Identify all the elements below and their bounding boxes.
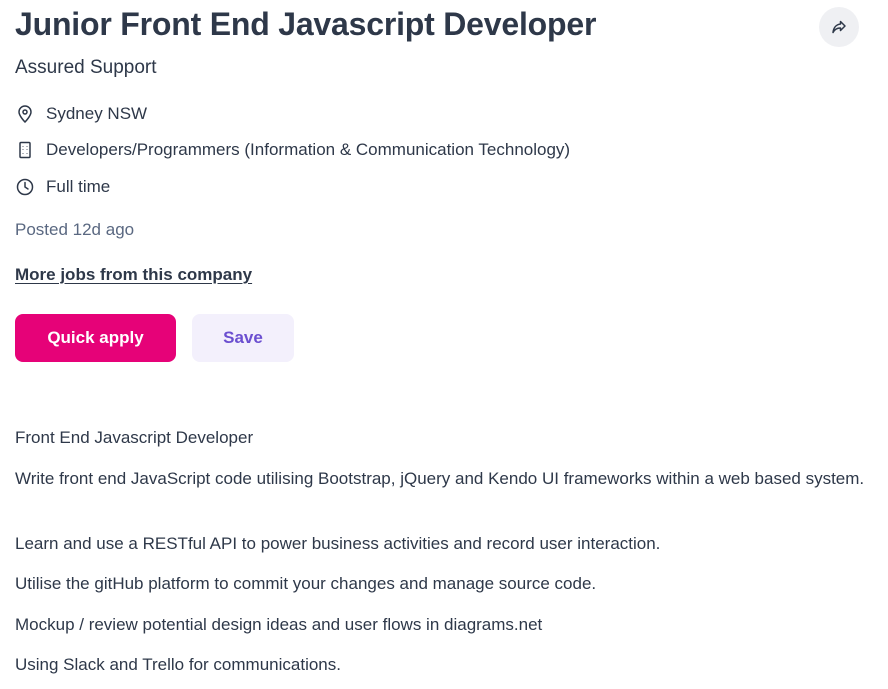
company-name: Assured Support	[15, 57, 157, 78]
job-title: Junior Front End Javascript Developer	[15, 6, 597, 42]
classification-row: Developers/Programmers (Information & Co…	[15, 138, 570, 162]
save-button[interactable]: Save	[192, 314, 294, 362]
building-icon	[15, 140, 35, 160]
description-paragraph: Write front end JavaScript code utilisin…	[15, 469, 865, 488]
share-icon	[831, 19, 847, 35]
work-type-row: Full time	[15, 175, 110, 199]
more-jobs-link[interactable]: More jobs from this company	[15, 265, 252, 285]
location-pin-icon	[15, 104, 35, 124]
job-location: Sydney NSW	[46, 104, 148, 123]
job-classification: Developers/Programmers (Information & Co…	[46, 140, 571, 159]
posted-date: Posted 12d ago	[15, 220, 135, 239]
share-button[interactable]	[819, 7, 859, 47]
job-work-type: Full time	[46, 177, 111, 196]
clock-icon	[15, 177, 35, 197]
description-paragraph: Mockup / review potential design ideas a…	[15, 615, 543, 634]
description-paragraph: Using Slack and Trello for communication…	[15, 655, 341, 674]
quick-apply-button[interactable]: Quick apply	[15, 314, 176, 362]
description-paragraph: Utilise the gitHub platform to commit yo…	[15, 574, 597, 593]
description-paragraph: Learn and use a RESTful API to power bus…	[15, 534, 661, 553]
location-row: Sydney NSW	[15, 102, 147, 126]
description-paragraph: Front End Javascript Developer	[15, 428, 254, 447]
